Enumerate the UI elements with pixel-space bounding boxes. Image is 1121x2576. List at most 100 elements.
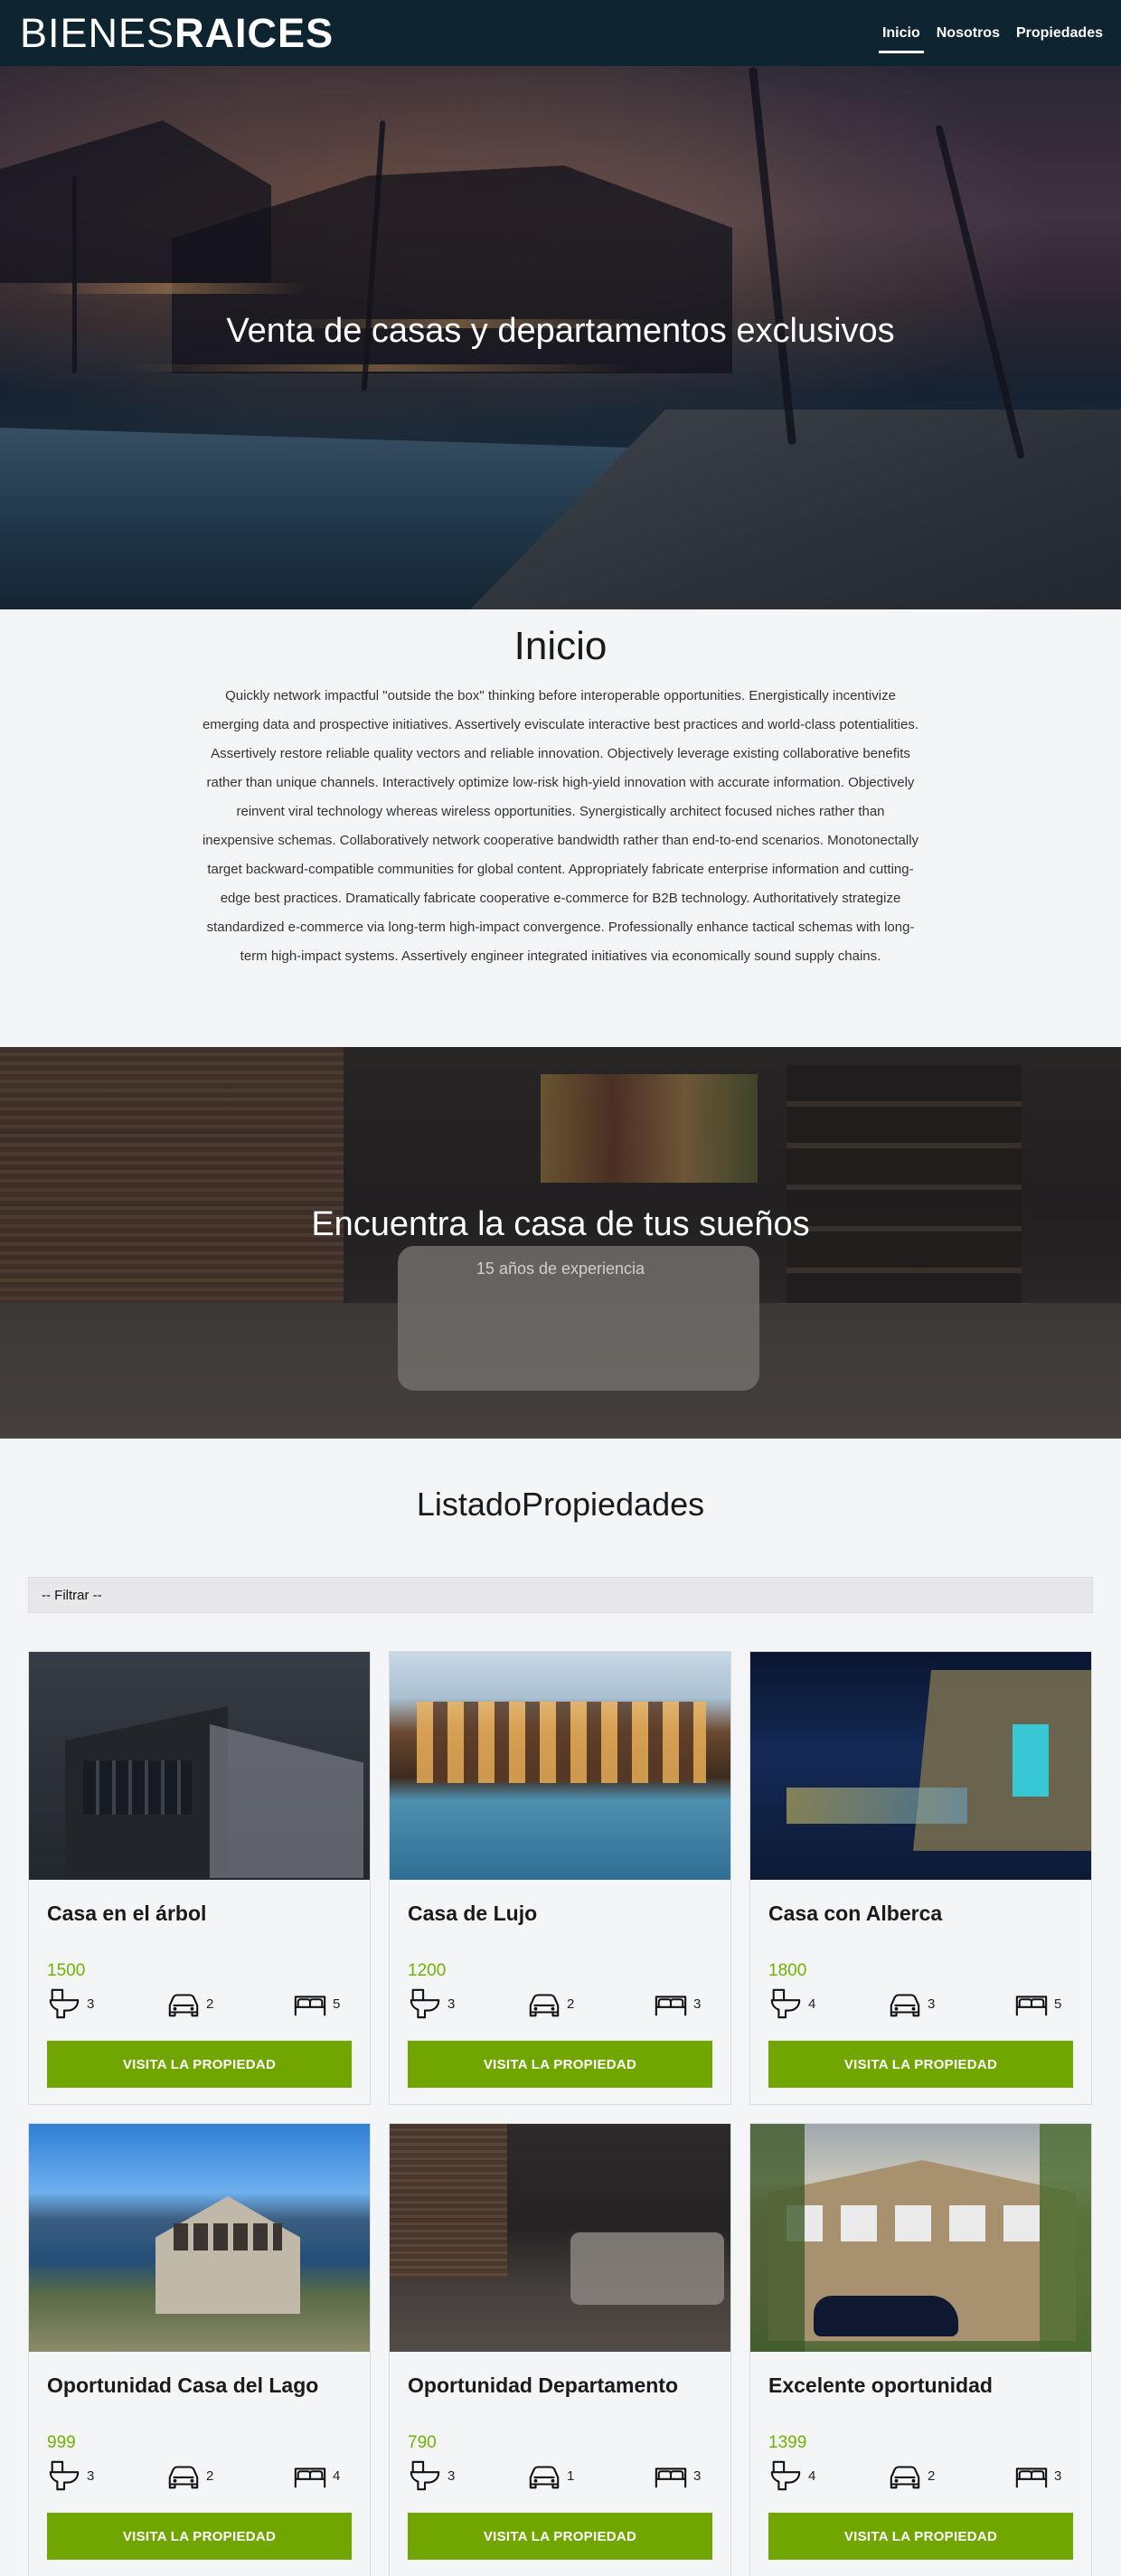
bedrooms-feature: 5: [1014, 1986, 1061, 2021]
bed-icon: [293, 1986, 327, 2021]
bedrooms-feature: 5: [293, 1986, 340, 2021]
bed-icon: [1014, 1986, 1049, 2021]
nav-link-inicio[interactable]: Inicio: [878, 0, 924, 66]
site-logo[interactable]: BIENESRAICES: [20, 13, 334, 53]
property-image: [29, 1652, 370, 1880]
parking-feature: 3: [888, 1986, 935, 2021]
bedrooms-count: 3: [1054, 2467, 1062, 2484]
property-price: 1500: [47, 1961, 86, 1980]
visit-property-button[interactable]: VISITA LA PROPIEDAD: [768, 2513, 1073, 2560]
property-card: Excelente oportunidad 1399 4 2 3 VISITA LA PR…: [749, 2123, 1092, 2576]
toilet-icon: [768, 2458, 803, 2493]
about-title: Inicio: [513, 624, 608, 668]
bathrooms-feature: 3: [408, 2458, 455, 2493]
bathrooms-feature: 3: [47, 1986, 94, 2021]
bathrooms-feature: 3: [47, 2458, 94, 2493]
property-title: Casa de Lujo: [408, 1901, 538, 1925]
property-card: Casa en el árbol 1500 3 2 5 VISITA LA PROPIED…: [28, 1651, 371, 2105]
property-card: Casa de Lujo 1200 3 2 3 VISITA LA PROPIEDAD: [389, 1651, 731, 2105]
visit-property-button[interactable]: VISITA LA PROPIEDAD: [408, 2513, 712, 2560]
toilet-icon: [408, 2458, 442, 2493]
parking-feature: 2: [888, 2458, 935, 2493]
bathrooms-count: 4: [808, 1996, 816, 2012]
banner-subtitle: 15 años de experiencia: [476, 1260, 645, 1278]
bedrooms-count: 5: [1054, 1996, 1062, 2012]
property-title: Oportunidad Departamento: [408, 2373, 679, 2397]
property-title: Casa con Alberca: [768, 1901, 943, 1925]
toilet-icon: [47, 2458, 81, 2493]
property-price: 1399: [768, 2433, 807, 2452]
toilet-icon: [768, 1986, 803, 2021]
logo-light-text: BIENES: [20, 10, 175, 56]
bathrooms-feature: 4: [768, 2458, 815, 2493]
visit-property-button[interactable]: VISITA LA PROPIEDAD: [408, 2041, 712, 2088]
property-price: 999: [47, 2433, 76, 2452]
visit-property-button[interactable]: VISITA LA PROPIEDAD: [47, 2513, 352, 2560]
bedrooms-count: 4: [333, 2467, 341, 2484]
visit-property-button[interactable]: VISITA LA PROPIEDAD: [768, 2041, 1073, 2088]
car-icon: [527, 2458, 561, 2493]
car-icon: [527, 1986, 561, 2021]
parking-feature: 2: [166, 1986, 213, 2021]
main-nav: Inicio Nosotros Propiedades: [878, 0, 1103, 66]
parking-count: 3: [928, 1996, 936, 2012]
banner-title: Encuentra la casa de tus sueños: [311, 1205, 810, 1243]
about-section: Inicio Quickly network impactful "outsid…: [0, 609, 1121, 1047]
property-card: Casa con Alberca 1800 4 3 5 VISITA LA PROPIED…: [749, 1651, 1092, 2105]
bed-icon: [1014, 2458, 1049, 2493]
property-title: Oportunidad Casa del Lago: [47, 2373, 319, 2397]
property-image: [390, 2124, 730, 2352]
filter-select-value: -- Filtrar --: [42, 1587, 102, 1603]
about-text: Quickly network impactful "outside the b…: [202, 688, 919, 964]
bedrooms-feature: 3: [1014, 2458, 1061, 2493]
car-icon: [166, 1986, 201, 2021]
bathrooms-feature: 3: [408, 1986, 455, 2021]
parking-count: 2: [206, 1996, 214, 2012]
bedrooms-count: 3: [693, 1996, 702, 2012]
bed-icon: [654, 2458, 688, 2493]
bed-icon: [293, 2458, 327, 2493]
hero-title: Venta de casas y departamentos exclusivo…: [226, 312, 895, 350]
property-price: 1800: [768, 1961, 807, 1980]
car-icon: [166, 2458, 201, 2493]
bathrooms-count: 3: [447, 2467, 456, 2484]
parking-feature: 2: [166, 2458, 213, 2493]
nav-link-propiedades[interactable]: Propiedades: [1016, 0, 1103, 66]
parking-count: 1: [567, 2467, 575, 2484]
bedrooms-feature: 3: [654, 2458, 701, 2493]
parking-feature: 2: [527, 1986, 574, 2021]
property-title: Casa en el árbol: [47, 1901, 207, 1925]
bathrooms-count: 4: [808, 2467, 816, 2484]
site-header: BIENESRAICES Inicio Nosotros Propiedades: [0, 0, 1121, 66]
bathrooms-feature: 4: [768, 1986, 815, 2021]
bedrooms-count: 5: [333, 1996, 341, 2012]
parking-feature: 1: [527, 2458, 574, 2493]
bathrooms-count: 3: [447, 1996, 456, 2012]
bathrooms-count: 3: [87, 2467, 95, 2484]
bedrooms-feature: 4: [293, 2458, 340, 2493]
parking-count: 2: [928, 2467, 936, 2484]
bedrooms-count: 3: [693, 2467, 702, 2484]
parking-count: 2: [206, 2467, 214, 2484]
property-image: [390, 1652, 730, 1880]
property-card: Oportunidad Departamento 790 3 1 3 VISITA LA …: [389, 2123, 731, 2576]
bathrooms-count: 3: [87, 1996, 95, 2012]
toilet-icon: [47, 1986, 81, 2021]
property-price: 790: [408, 2433, 437, 2452]
visit-property-button[interactable]: VISITA LA PROPIEDAD: [47, 2041, 352, 2088]
bed-icon: [654, 1986, 688, 2021]
toilet-icon: [408, 1986, 442, 2021]
logo-bold-text: RAICES: [174, 10, 334, 56]
car-icon: [888, 2458, 922, 2493]
property-image: [750, 1652, 1091, 1880]
property-price: 1200: [408, 1961, 447, 1980]
nav-link-nosotros[interactable]: Nosotros: [937, 0, 1000, 66]
property-card: Oportunidad Casa del Lago 999 3 2 4 VISITA LA…: [28, 2123, 371, 2576]
parking-count: 2: [567, 1996, 575, 2012]
listing-title: ListadoPropiedades: [416, 1486, 705, 1523]
car-icon: [888, 1986, 922, 2021]
property-title: Excelente oportunidad: [768, 2373, 993, 2397]
bedrooms-feature: 3: [654, 1986, 701, 2021]
filter-select[interactable]: -- Filtrar --: [28, 1577, 1093, 1613]
property-image: [29, 2124, 370, 2352]
